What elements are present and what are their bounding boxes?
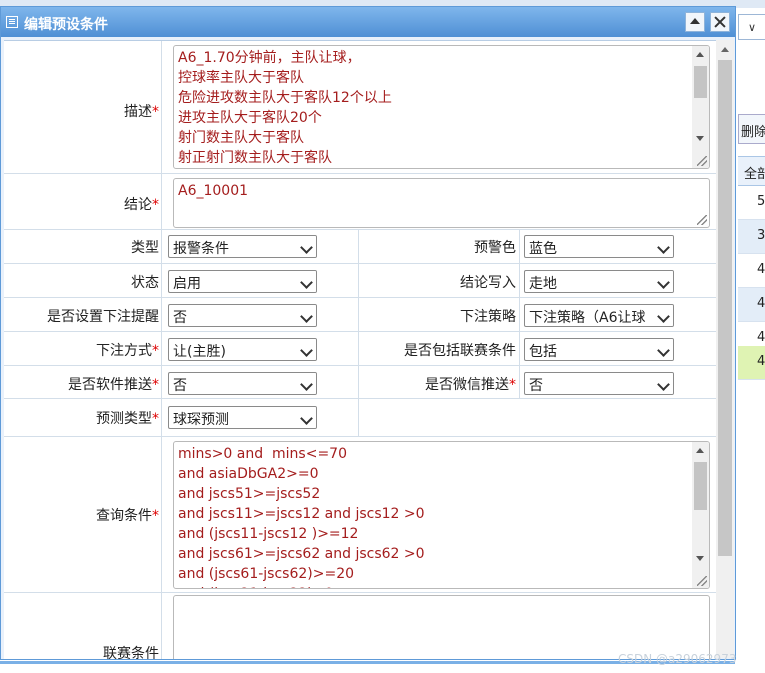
query-scrollbar[interactable] <box>692 442 709 588</box>
status-row: 状态 启用 结论写入 走地 <box>4 264 716 298</box>
background-delete-button[interactable]: 删除 <box>738 114 765 144</box>
dialog-titlebar[interactable]: 编辑预设条件 <box>1 7 735 37</box>
software-push-label: 是否软件推送* <box>68 377 159 393</box>
table-row[interactable]: 3 <box>738 220 765 254</box>
description-row: 描述* A6_1.70分钟前，主队让球， 控球率主队大于客队 危险进攻数主队大于… <box>4 41 716 174</box>
predict-type-select[interactable]: 球琛预测 <box>168 406 317 429</box>
predict-type-label: 预测类型* <box>96 411 159 427</box>
watermark: CSDN @a29062973 <box>618 652 737 666</box>
scroll-up-icon[interactable] <box>696 448 704 453</box>
bet-reminder-label: 是否设置下注提醒 <box>47 309 159 325</box>
table-row[interactable]: 4 <box>738 346 765 380</box>
type-row: 类型 报警条件 预警色 蓝色 <box>4 230 716 264</box>
software-push-select[interactable]: 否 <box>168 372 317 395</box>
include-league-label: 是否包括联赛条件 <box>404 343 516 359</box>
bet-reminder-select[interactable]: 否 <box>168 304 317 327</box>
window-icon <box>6 16 18 28</box>
scroll-down-icon[interactable] <box>696 136 704 141</box>
dialog-scrollbar[interactable] <box>716 40 734 658</box>
description-textarea[interactable]: A6_1.70分钟前，主队让球， 控球率主队大于客队 危险进攻数主队大于客队12… <box>173 45 710 169</box>
wechat-push-label: 是否微信推送* <box>425 377 516 393</box>
query-text: mins>0 and mins<=70 and asiaDbGA2>=0 and… <box>178 446 425 588</box>
conclusion-write-label: 结论写入 <box>460 275 516 291</box>
status-label: 状态 <box>131 275 159 291</box>
edit-preset-dialog: 编辑预设条件 描述* A6_1.70分钟前，主队让球， 控球率主队大于客队 危险… <box>0 6 736 660</box>
collapse-button[interactable] <box>685 12 705 32</box>
description-label: 描述* <box>124 104 159 120</box>
bet-strategy-select[interactable]: 下注策略（A6让球 <box>524 304 674 327</box>
conclusion-textarea[interactable]: A6_10001 <box>173 178 710 228</box>
table-row[interactable]: 4 <box>738 288 765 322</box>
resize-grip-icon[interactable] <box>697 576 707 586</box>
bet-strategy-label: 下注策略 <box>460 309 516 325</box>
warning-color-select[interactable]: 蓝色 <box>524 235 674 258</box>
query-textarea[interactable]: mins>0 and mins<=70 and asiaDbGA2>=0 and… <box>173 441 710 589</box>
predict-type-row: 预测类型* 球琛预测 <box>4 399 716 437</box>
scroll-thumb[interactable] <box>718 60 732 556</box>
scroll-thumb[interactable] <box>694 66 707 98</box>
scroll-thumb[interactable] <box>694 462 707 510</box>
league-textarea[interactable] <box>173 595 710 659</box>
resize-grip-icon[interactable] <box>697 215 707 225</box>
chevron-down-icon: ∨ <box>748 21 757 34</box>
scroll-up-icon[interactable] <box>696 52 704 57</box>
wechat-push-select[interactable]: 否 <box>524 372 674 395</box>
dialog-title: 编辑预设条件 <box>24 17 108 33</box>
conclusion-label: 结论* <box>124 197 159 213</box>
status-select[interactable]: 启用 <box>168 270 317 293</box>
bet-method-select[interactable]: 让(主胜) <box>168 338 317 361</box>
background-table-header: 全部 <box>738 156 765 186</box>
league-text <box>174 596 182 600</box>
league-label: 联赛条件 <box>103 646 159 659</box>
include-league-select[interactable]: 包括 <box>524 338 674 361</box>
query-label: 查询条件* <box>96 508 159 524</box>
resize-grip-icon[interactable] <box>697 156 707 166</box>
table-row[interactable]: 5 <box>738 186 765 220</box>
query-row: 查询条件* mins>0 and mins<=70 and asiaDbGA2>… <box>4 437 716 593</box>
bet-method-row: 下注方式* 让(主胜) 是否包括联赛条件 包括 <box>4 332 716 366</box>
background-select[interactable]: ∨ <box>738 14 765 40</box>
scroll-down-icon[interactable] <box>696 556 704 561</box>
conclusion-write-select[interactable]: 走地 <box>524 270 674 293</box>
table-row[interactable]: 4 <box>738 254 765 288</box>
scroll-up-icon[interactable] <box>721 47 729 52</box>
push-row: 是否软件推送* 否 是否微信推送* 否 <box>4 366 716 399</box>
description-scrollbar[interactable] <box>692 46 709 168</box>
bet-method-label: 下注方式* <box>96 343 159 359</box>
form-body: 描述* A6_1.70分钟前，主队让球， 控球率主队大于客队 危险进攻数主队大于… <box>4 40 716 659</box>
conclusion-text: A6_10001 <box>178 183 249 199</box>
league-row: 联赛条件 <box>4 593 716 659</box>
type-label: 类型 <box>131 240 159 256</box>
bet-reminder-row: 是否设置下注提醒 否 下注策略 下注策略（A6让球 <box>4 298 716 332</box>
conclusion-row: 结论* A6_10001 <box>4 174 716 230</box>
warning-color-label: 预警色 <box>474 240 516 256</box>
close-button[interactable] <box>710 12 730 32</box>
type-select[interactable]: 报警条件 <box>168 235 317 258</box>
description-text: A6_1.70分钟前，主队让球， 控球率主队大于客队 危险进攻数主队大于客队12… <box>178 50 392 166</box>
